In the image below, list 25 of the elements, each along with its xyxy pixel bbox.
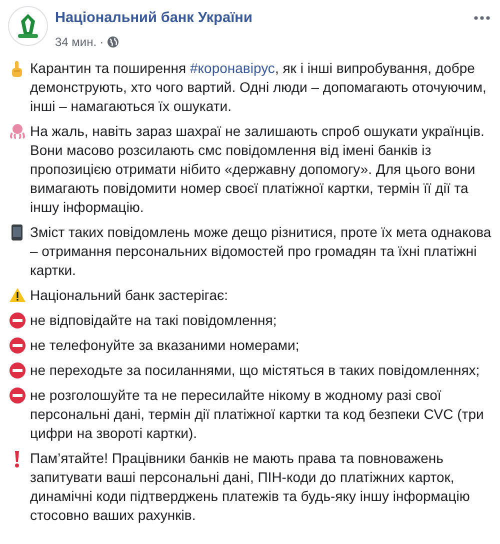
no-entry-icon (8, 337, 26, 354)
no-entry-icon (8, 387, 26, 404)
post-paragraph: Національний банк застерігає: (30, 286, 230, 305)
post-paragraph: не переходьте за посиланнями, що містяться в таких повідомленнях; (30, 361, 481, 380)
post-paragraph: Зміст таких повідомлень може дещо різнитися, проте їх мета однакова – отримання персональних відомостей про громадян та їхні платіжні картки. (30, 223, 492, 280)
post-paragraph: Карантин та поширення #коронавірус, як і інші випробування, добре демонструють, хто чого вартий. Одні люди – допомагають оточуючим, інші – намагаються їх ошукати. (30, 59, 488, 116)
bank-logo[interactable] (8, 6, 48, 46)
post-paragraph: не відповідайте на такі повідомлення; (30, 311, 278, 330)
octopus-icon (8, 123, 26, 139)
exclamation-icon (12, 450, 22, 468)
page-name[interactable]: Національний банк України (55, 9, 474, 27)
more-options-icon[interactable] (474, 16, 490, 20)
phone-icon (11, 224, 23, 241)
post-paragraph: не телефонуйте за вказаними номерами; (30, 336, 300, 355)
post-paragraph: Пам’ятайте! Працівники банків не мають права та повноважень запитувати ваші персональні дані, ПІН-коди до платіжних карток, динамічні коди підтверджень платежів та будь-яку іншу інформацію стосовно ваших рахунків. (30, 449, 471, 525)
warning-icon (8, 287, 26, 303)
post-paragraph: На жаль, навіть зараз шахраї не залишають спроб ошукати українців. Вони масово розсилають смс повідомлення від імені банків із пропозицією отримати нібито «державну допомогу». Для цього вони вимагають повідомити номер своєї платіжної картки, термін її дії та іншу інформацію. (30, 122, 486, 217)
no-entry-icon (8, 312, 26, 329)
globe-icon (106, 36, 119, 48)
post-paragraph: не розголошуйте та не пересилайте нікому в жодному разі свої персональні дані, термін дії платіжної картки та код безпеки CVC (три цифри на звороті картки). (30, 386, 485, 443)
separator: · (100, 34, 104, 51)
hashtag-link[interactable]: #коронавірус (190, 60, 275, 76)
no-entry-icon (8, 362, 26, 379)
pointing-finger-icon (9, 60, 25, 78)
post-time[interactable]: 34 мин. (55, 33, 97, 51)
